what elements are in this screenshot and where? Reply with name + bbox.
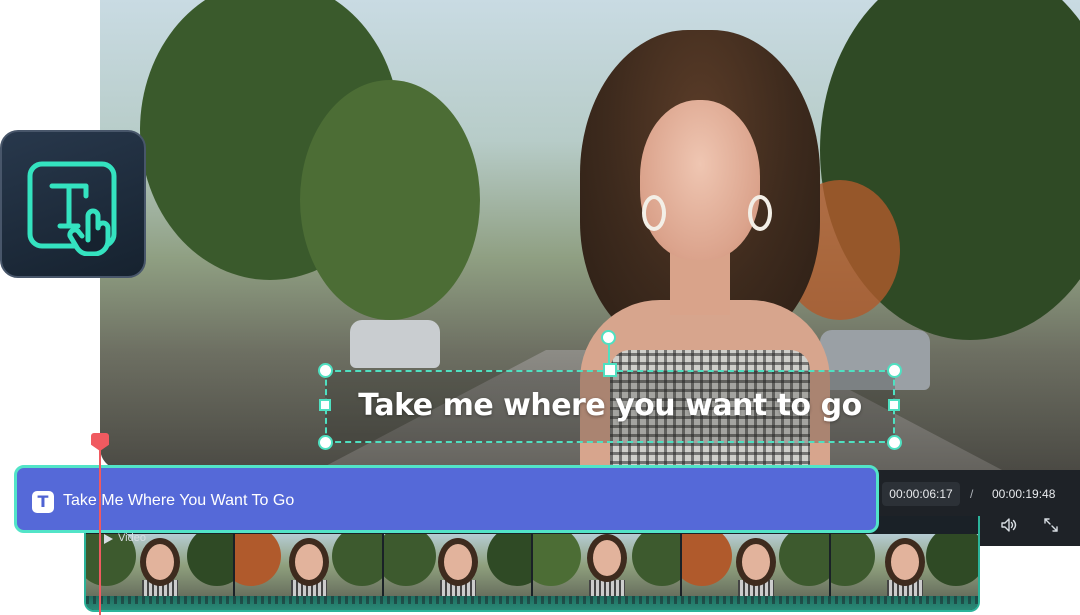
volume-icon[interactable] [1000,516,1018,534]
playhead-line[interactable] [99,446,101,615]
text-clip-label: Take Me Where You Want To Go [63,492,295,509]
scene-tree [300,80,480,320]
audio-waveform [86,596,978,610]
video-track-label: Video [118,532,146,544]
resize-handle-right[interactable] [888,399,900,411]
text-tool-badge [0,130,146,278]
current-timecode[interactable]: 00:00:06:17 [882,482,960,506]
rotate-handle[interactable] [601,330,616,345]
text-clip[interactable]: T Take Me Where You Want To Go [14,465,879,533]
total-duration: 00:00:19:48 [992,487,1056,501]
video-frame-thumbnail [235,534,382,604]
text-tool-hand-icon [27,161,117,256]
earring [642,195,666,231]
video-frame-thumbnail [384,534,531,604]
fullscreen-icon[interactable] [1042,516,1060,534]
resize-handle-bottom-right[interactable] [887,435,902,450]
video-frame-thumbnail [533,534,680,604]
resize-handle-bottom-left[interactable] [318,435,333,450]
play-icon [104,534,113,544]
resize-handle-top[interactable] [603,363,617,377]
scene-car [350,320,440,368]
resize-handle-left[interactable] [319,399,331,411]
resize-handle-top-left[interactable] [318,363,333,378]
text-overlay-box[interactable]: Take me where you want to go [325,370,895,443]
resize-handle-top-right[interactable] [887,363,902,378]
video-thumbnails [86,534,978,604]
earring [748,195,772,231]
video-frame-thumbnail [831,534,978,604]
text-clip-icon: T [32,491,54,513]
timecode-separator: / [970,487,974,501]
overlay-text[interactable]: Take me where you want to go [327,388,893,423]
video-frame-thumbnail [682,534,829,604]
